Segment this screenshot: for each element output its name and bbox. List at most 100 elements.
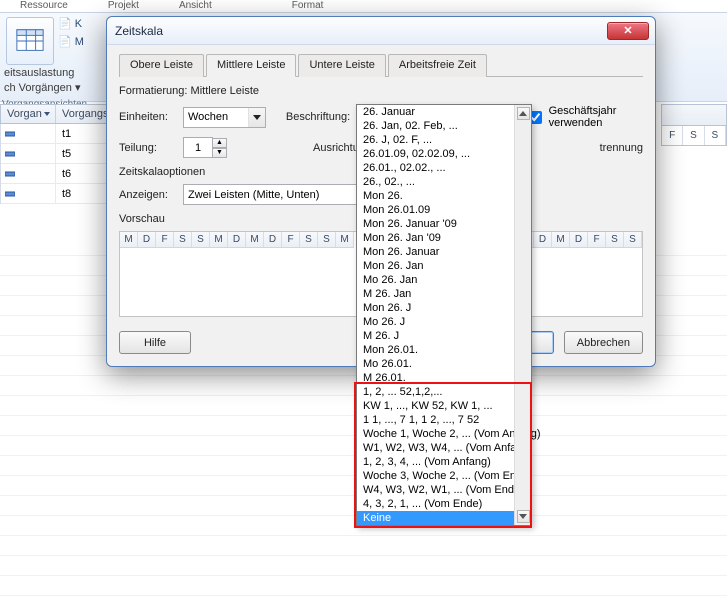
ribbon-caption-1: eitsauslastung — [0, 67, 110, 79]
dialog-title: Zeitskala — [113, 24, 163, 38]
table-icon — [15, 26, 45, 56]
task-icon — [5, 189, 15, 199]
chevron-down-icon — [519, 514, 527, 519]
close-icon: ✕ — [623, 24, 632, 37]
ribbon-small-2[interactable]: 📄 M — [58, 35, 84, 48]
dropdown-option[interactable]: Mo 26. Jan — [357, 273, 514, 287]
dropdown-option[interactable]: 26. Jan, 02. Feb, ... — [357, 119, 514, 133]
dropdown-option[interactable]: Mon 26. — [357, 189, 514, 203]
dropdown-option[interactable]: 1, 2, ... 52,1,2,... — [357, 385, 514, 399]
day-cell: S — [683, 126, 704, 145]
ribbon-small-1[interactable]: 📄 K — [58, 17, 82, 30]
preview-day-cell: D — [570, 232, 588, 247]
scroll-up-button[interactable] — [517, 107, 530, 120]
dropdown-option[interactable]: Mon 26.01. — [357, 343, 514, 357]
ribbon-group-projekt[interactable]: Projekt — [88, 0, 159, 12]
dropdown-option[interactable]: 1, 2, 3, 4, ... (Vom Anfang) — [357, 455, 514, 469]
preview-day-cell: M — [552, 232, 570, 247]
teilung-input[interactable] — [183, 137, 213, 158]
dropdown-option[interactable]: Mon 26. Jan — [357, 259, 514, 273]
dropdown-option[interactable]: W1, W2, W3, W4, ... (Vom Anfang) — [357, 441, 514, 455]
dropdown-option[interactable]: Mon 26. Januar '09 — [357, 217, 514, 231]
ribbon-group-format[interactable]: Format — [272, 0, 344, 12]
einheiten-value: Wochen — [188, 111, 228, 123]
dropdown-option[interactable]: 26., 02., ... — [357, 175, 514, 189]
chevron-up-icon — [519, 111, 527, 116]
dropdown-option[interactable]: 4, 3, 2, 1, ... (Vom Ende) — [357, 497, 514, 511]
preview-day-cell: D — [264, 232, 282, 247]
dropdown-option[interactable]: 1 1, ..., 7 1, 1 2, ..., 7 52 — [357, 413, 514, 427]
einheiten-label: Einheiten: — [119, 111, 177, 123]
col-header-1[interactable]: Vorgan — [1, 105, 56, 123]
dropdown-option[interactable]: Mo 26.01. — [357, 357, 514, 371]
dialog-titlebar[interactable]: Zeitskala ✕ — [107, 17, 655, 45]
preview-day-cell: S — [192, 232, 210, 247]
dropdown-option[interactable]: Mon 26. J — [357, 301, 514, 315]
preview-day-cell: D — [138, 232, 156, 247]
anzeigen-combo[interactable]: Zwei Leisten (Mitte, Unten) — [183, 184, 373, 205]
tab-untere-leiste[interactable]: Untere Leiste — [298, 54, 385, 77]
dropdown-option[interactable]: 26. J, 02. F, ... — [357, 133, 514, 147]
spin-down[interactable]: ▼ — [212, 148, 227, 158]
dialog-tabs: Obere Leiste Mittlere Leiste Untere Leis… — [119, 53, 643, 77]
dropdown-option[interactable]: Mon 26. Jan '09 — [357, 231, 514, 245]
dropdown-option[interactable]: Woche 1, Woche 2, ... (Vom Anfang) — [357, 427, 514, 441]
task-icon — [5, 129, 15, 139]
chevron-down-icon — [248, 108, 265, 127]
dropdown-option[interactable]: Mon 26. Januar — [357, 245, 514, 259]
ribbon-large-button[interactable] — [6, 17, 54, 65]
dropdown-option[interactable]: W4, W3, W2, W1, ... (Vom Ende) — [357, 483, 514, 497]
preview-day-cell: F — [282, 232, 300, 247]
scroll-down-button[interactable] — [517, 510, 530, 523]
anzeigen-label: Anzeigen: — [119, 189, 177, 201]
preview-day-cell: M — [120, 232, 138, 247]
dropdown-option[interactable]: Woche 3, Woche 2, ... (Vom Ende) — [357, 469, 514, 483]
ribbon-group-ressource[interactable]: Ressource — [0, 0, 88, 12]
dropdown-option[interactable]: KW 1, ..., KW 52, KW 1, ... — [357, 399, 514, 413]
dropdown-option[interactable]: 26.01., 02.02., ... — [357, 161, 514, 175]
day-cell: S — [705, 126, 726, 145]
task-icon — [5, 169, 15, 179]
geschaeftsjahr-label: Geschäftsjahr verwenden — [549, 105, 643, 129]
teilung-label: Teilung: — [119, 142, 177, 154]
day-cell: F — [662, 126, 683, 145]
help-button[interactable]: Hilfe — [119, 331, 191, 354]
preview-day-cell: S — [606, 232, 624, 247]
dropdown-option[interactable]: 26.01.09, 02.02.09, ... — [357, 147, 514, 161]
preview-day-cell: F — [156, 232, 174, 247]
gantt-right-sub: FSS — [661, 126, 727, 146]
dropdown-option[interactable]: M 26. Jan — [357, 287, 514, 301]
dropdown-option[interactable]: Keine — [357, 511, 514, 525]
preview-day-cell: F — [588, 232, 606, 247]
teilung-spinner[interactable]: ▲ ▼ — [183, 137, 227, 158]
preview-day-cell: M — [336, 232, 354, 247]
preview-header-left: MDFSSMDMDFSSM — [120, 232, 354, 248]
preview-day-cell: D — [228, 232, 246, 247]
section-formatierung: Formatierung: Mittlere Leiste — [119, 85, 643, 97]
preview-day-cell: M — [246, 232, 264, 247]
ribbon-group-ansicht[interactable]: Ansicht — [159, 0, 232, 12]
tab-obere-leiste[interactable]: Obere Leiste — [119, 54, 204, 77]
dropdown-option[interactable]: M 26.01. — [357, 371, 514, 385]
dropdown-option[interactable]: Mon 26.01.09 — [357, 203, 514, 217]
cancel-button[interactable]: Abbrechen — [564, 331, 643, 354]
preview-day-cell: S — [174, 232, 192, 247]
gantt-right-head — [661, 104, 727, 126]
geschaeftsjahr-checkbox[interactable]: Geschäftsjahr verwenden — [525, 105, 643, 129]
spin-up[interactable]: ▲ — [212, 138, 227, 148]
trennung-label-fragment: trennung — [600, 142, 643, 154]
dropdown-scrollbar[interactable] — [514, 105, 531, 525]
einheiten-combo[interactable]: Wochen — [183, 107, 266, 128]
preview-day-cell: M — [210, 232, 228, 247]
dropdown-option[interactable]: 26. Januar — [357, 105, 514, 119]
tab-mittlere-leiste[interactable]: Mittlere Leiste — [206, 54, 296, 77]
preview-day-cell: S — [300, 232, 318, 247]
close-button[interactable]: ✕ — [607, 22, 649, 40]
dropdown-option[interactable]: M 26. J — [357, 329, 514, 343]
beschriftung-dropdown[interactable]: 26. Januar26. Jan, 02. Feb, ...26. J, 02… — [356, 104, 532, 526]
dropdown-option[interactable]: Mo 26. J — [357, 315, 514, 329]
gantt-right-fragment: FSS — [661, 104, 727, 146]
preview-day-cell: S — [624, 232, 642, 247]
tab-arbeitsfreie-zeit[interactable]: Arbeitsfreie Zeit — [388, 54, 487, 77]
ribbon-caption-2[interactable]: ch Vorgängen ▾ — [0, 81, 80, 94]
